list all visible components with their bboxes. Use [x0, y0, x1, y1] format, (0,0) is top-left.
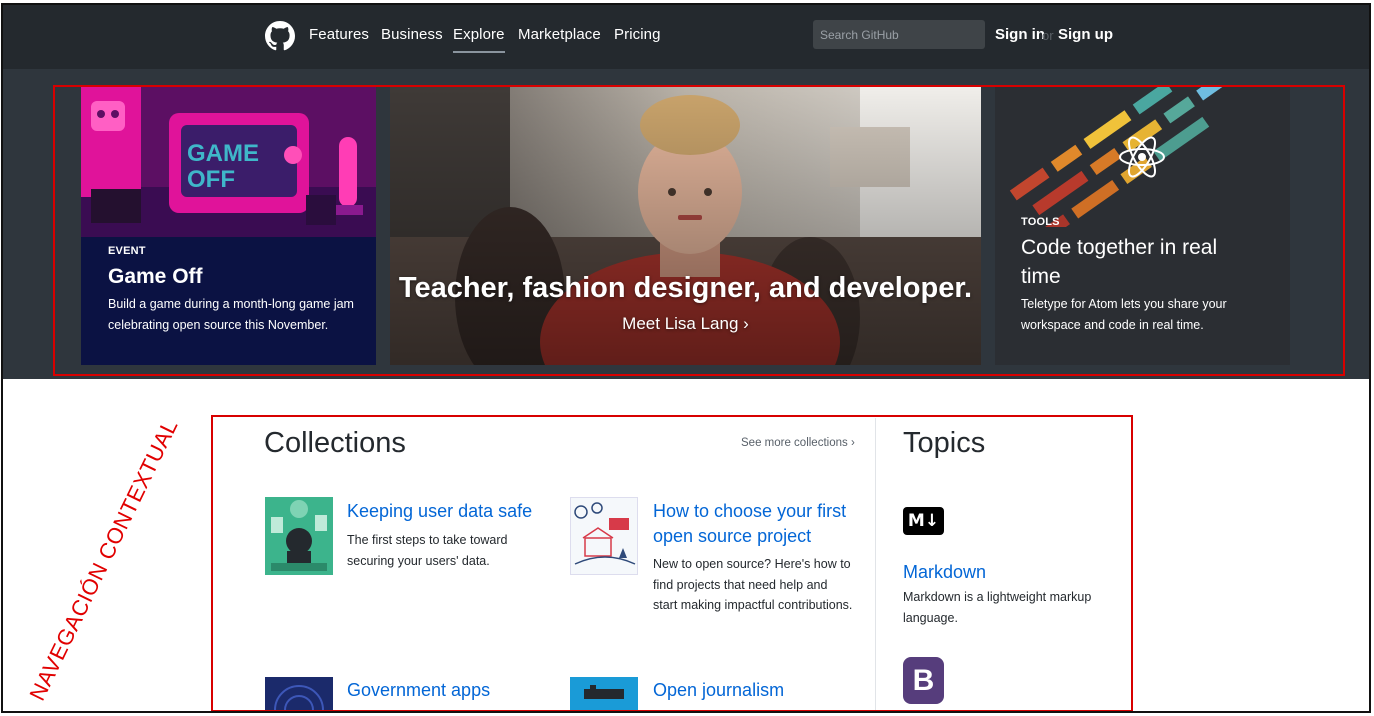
- topic-title-markdown[interactable]: Markdown: [903, 562, 986, 583]
- annotation-label: NAVEGACIÓN CONTEXTUAL: [24, 415, 183, 705]
- tools-illustration: [995, 87, 1290, 227]
- journalism-illustration: [570, 677, 638, 710]
- nav-explore[interactable]: Explore: [453, 26, 505, 53]
- government-illustration: [265, 677, 333, 710]
- tools-title[interactable]: Code together in real time: [1021, 233, 1261, 291]
- game-off-illustration: GAME OFF: [81, 87, 376, 237]
- collection-thumb-government[interactable]: [265, 677, 333, 710]
- collection-title-journalism[interactable]: Open journalism: [653, 678, 853, 703]
- game-off-eyebrow: EVENT: [108, 245, 146, 257]
- open-source-illustration: [571, 498, 637, 574]
- search-input[interactable]: [813, 20, 985, 49]
- nav-features[interactable]: Features: [309, 26, 369, 43]
- svg-text:OFF: OFF: [187, 166, 235, 193]
- topic-desc-markdown: Markdown is a lightweight markup languag…: [903, 590, 1092, 625]
- user-data-illustration: [265, 497, 333, 575]
- feature-title: Teacher, fashion designer, and developer…: [398, 272, 973, 304]
- tools-eyebrow: TOOLS: [1021, 216, 1060, 228]
- github-octocat-icon[interactable]: [265, 21, 295, 51]
- collection-desc-user-data: The first steps to take toward securing …: [347, 533, 508, 568]
- collection-title-first-project[interactable]: How to choose your first open source pro…: [653, 499, 858, 549]
- topics-heading: Topics: [903, 427, 986, 459]
- hero-card-game-off[interactable]: GAME OFF EVENT Game Off Build a game dur…: [81, 87, 376, 365]
- game-off-description: Build a game during a month-long game ja…: [108, 297, 354, 332]
- svg-text:GAME: GAME: [187, 140, 259, 167]
- sign-up-link[interactable]: Sign up: [1058, 26, 1113, 43]
- nav-business[interactable]: Business: [381, 26, 443, 43]
- sign-in-link[interactable]: Sign in: [995, 26, 1045, 43]
- hero-card-feature[interactable]: Teacher, fashion designer, and developer…: [390, 87, 981, 365]
- collection-desc-first-project: New to open source? Here's how to find p…: [653, 557, 853, 612]
- tools-description: Teletype for Atom lets you share your wo…: [1021, 297, 1227, 332]
- collection-title-government[interactable]: Government apps: [347, 678, 547, 703]
- nav-pricing[interactable]: Pricing: [614, 26, 661, 43]
- collection-thumb-user-data[interactable]: [265, 497, 333, 575]
- collections-topics-divider: [875, 418, 876, 710]
- nav-marketplace[interactable]: Marketplace: [518, 26, 601, 43]
- site-header: Features Business Explore Marketplace Pr…: [3, 5, 1369, 69]
- collections-heading: Collections: [264, 427, 406, 459]
- game-off-title[interactable]: Game Off: [108, 262, 203, 291]
- see-more-collections-link[interactable]: See more collections ›: [741, 437, 855, 449]
- bootstrap-logo-icon[interactable]: B: [903, 657, 944, 704]
- markdown-logo-icon[interactable]: M↓: [903, 507, 944, 535]
- or-separator: or: [1042, 28, 1054, 43]
- collection-thumb-first-project[interactable]: [570, 497, 638, 575]
- hero-card-tools[interactable]: TOOLS Code together in real time Teletyp…: [995, 87, 1290, 365]
- feature-link[interactable]: Meet Lisa Lang ›: [390, 314, 981, 334]
- collection-thumb-journalism[interactable]: [570, 677, 638, 710]
- collection-title-user-data[interactable]: Keeping user data safe: [347, 499, 547, 524]
